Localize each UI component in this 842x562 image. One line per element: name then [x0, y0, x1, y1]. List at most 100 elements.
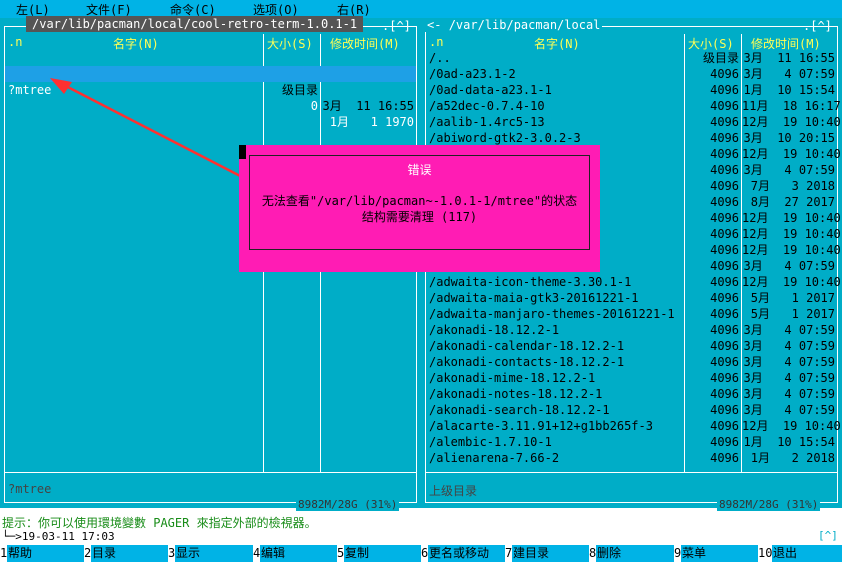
file-name: /adwaita-manjaro-themes-20161221-1: [429, 307, 675, 321]
left-sort-indicator[interactable]: .n: [8, 35, 22, 49]
file-row[interactable]: /0ad-a23.1-2 4096 3月 4 07:59: [426, 66, 837, 82]
file-name: /adwaita-icon-theme-3.30.1-1: [429, 275, 632, 289]
file-date: 3月 10 20:15: [743, 131, 835, 145]
file-size: 4096: [710, 451, 739, 465]
file-size: 4096: [710, 115, 739, 129]
file-row[interactable]: /adwaita-manjaro-themes-20161221-1 4096 5月…: [426, 306, 837, 322]
file-name: /aalib-1.4rc5-13: [429, 115, 545, 129]
file-row[interactable]: /alacarte-3.11.91+12+g1bb265f-3 4096 12月 1…: [426, 418, 841, 434]
file-size: 4096: [710, 339, 739, 353]
file-row[interactable]: /akonadi-notes-18.12.2-1 4096 3月 4 07:59: [426, 386, 837, 402]
file-name: /akonadi-notes-18.12.2-1: [429, 387, 603, 401]
file-row[interactable]: /akonadi-calendar-18.12.2-1 4096 3月 4 07:5…: [426, 338, 837, 354]
file-row[interactable]: /adwaita-maia-gtk3-20161221-1 4096 5月 1 20…: [426, 290, 837, 306]
left-row-selected[interactable]: ?mtree 0 1月 1 1970: [5, 66, 416, 129]
file-date: 5月 1 2017: [750, 307, 835, 321]
file-date: 8月 27 2017: [750, 195, 835, 209]
file-date: 12月 19 10:40: [742, 147, 841, 161]
file-row[interactable]: /alienarena-7.66-2 4096 1月 2 2018: [426, 450, 837, 466]
file-size: 4096: [710, 323, 739, 337]
file-date: 3月 4 07:59: [743, 371, 835, 385]
fkey-number: 2: [84, 545, 92, 562]
fkey-number: 4: [253, 545, 261, 562]
file-date: 12月 19 10:40: [742, 211, 841, 225]
file-name: /abiword-gtk2-3.0.2-3: [429, 131, 581, 145]
file-date: 3月 4 07:59: [743, 355, 835, 369]
fkey-number: 7: [505, 545, 513, 562]
right-panel-path[interactable]: <- /var/lib/pacman/local: [425, 18, 603, 32]
file-date: 12月 19 10:40: [742, 419, 841, 433]
left-row-parent[interactable]: /.. 级目录 3月 11 16:55: [5, 50, 416, 113]
file-size: 4096: [710, 227, 739, 241]
error-dialog[interactable]: 错误 无法查看"/var/lib/pacman~-1.0.1-1/mtree"的…: [239, 145, 600, 272]
fkey-button[interactable]: 编辑: [261, 545, 285, 562]
file-row[interactable]: /akonadi-search-18.12.2-1 4096 3月 4 07:59: [426, 402, 837, 418]
file-size: 4096: [710, 211, 739, 225]
file-size: 4096: [710, 179, 739, 193]
file-date: 3月 4 07:59: [743, 67, 835, 81]
file-date: 1月 2 2018: [750, 451, 835, 465]
fkey-button[interactable]: 显示: [176, 545, 200, 562]
command-line-corner[interactable]: [^]: [818, 529, 838, 542]
dialog-message-line-2: 结构需要清理 (117): [361, 210, 478, 224]
file-date: 3月 4 07:59: [743, 163, 835, 177]
fkey-number: 5: [337, 545, 345, 562]
fkey-button[interactable]: 复制: [345, 545, 369, 562]
file-row[interactable]: /abiword-gtk2-3.0.2-3 4096 3月 10 20:15: [426, 130, 837, 146]
fkey-button[interactable]: 删除: [597, 545, 621, 562]
fkey-number: 1: [0, 545, 8, 562]
file-date: 11月 18 16:17: [742, 99, 841, 113]
file-row[interactable]: /.. 级目录 3月 11 16:55: [426, 50, 837, 66]
right-sort-indicator[interactable]: .n: [429, 35, 443, 49]
hint-line: 提示：你可以使用環境變數 PAGER 來指定外部的檢視器。: [2, 516, 317, 530]
file-size: 4096: [710, 387, 739, 401]
left-panel-path[interactable]: /var/lib/pacman/local/cool-retro-term-1.…: [26, 16, 364, 32]
file-row[interactable]: /0ad-data-a23.1-1 4096 1月 10 15:54: [426, 82, 837, 98]
file-size: 4096: [710, 83, 739, 97]
file-name: /adwaita-maia-gtk3-20161221-1: [429, 291, 639, 305]
file-date: 12月 19 10:40: [742, 275, 841, 289]
file-row[interactable]: /aalib-1.4rc5-13 4096 12月 19 10:40: [426, 114, 841, 130]
left-panel-corner[interactable]: .[^]: [382, 19, 411, 33]
file-row[interactable]: /adwaita-icon-theme-3.30.1-1 4096 12月 19 1…: [426, 274, 841, 290]
file-date: 12月 19 10:40: [742, 243, 841, 257]
dialog-message: 无法查看"/var/lib/pacman~-1.0.1-1/mtree"的状态 …: [259, 193, 580, 225]
fkey-number: 10: [758, 545, 773, 562]
fkey-button[interactable]: 目录: [92, 545, 116, 562]
file-row[interactable]: /alembic-1.7.10-1 4096 1月 10 15:54: [426, 434, 837, 450]
command-line[interactable]: └─>19-03-11 17:03: [2, 530, 115, 543]
right-panel-corner[interactable]: .[^]: [803, 19, 832, 33]
left-mini-status: ?mtree: [8, 482, 52, 496]
fkey-number: 8: [589, 545, 597, 562]
file-name: /0ad-a23.1-2: [429, 67, 516, 81]
file-date: 1月 1 1970: [329, 115, 414, 129]
fkey-button[interactable]: 菜单: [682, 545, 706, 562]
fkey-button[interactable]: 退出: [773, 545, 797, 562]
file-row[interactable]: /akonadi-mime-18.12.2-1 4096 3月 4 07:59: [426, 370, 837, 386]
file-row[interactable]: /akonadi-18.12.2-1 4096 3月 4 07:59: [426, 322, 837, 338]
file-size: 0: [310, 99, 318, 113]
fkey-button[interactable]: 建目录: [513, 545, 549, 562]
file-size: 4096: [710, 131, 739, 145]
file-size: 4096: [710, 275, 739, 289]
file-date: 12月 19 10:40: [742, 227, 841, 241]
file-size: 级目录: [281, 83, 318, 97]
file-date: 5月 1 2017: [750, 291, 835, 305]
dialog-message-line-1: 无法查看"/var/lib/pacman~-1.0.1-1/mtree"的状态: [261, 194, 578, 208]
file-name: ?mtree: [8, 83, 52, 97]
fkey-number: 9: [674, 545, 682, 562]
fkey-button[interactable]: 帮助: [8, 545, 32, 562]
file-date: 3月 4 07:59: [743, 323, 835, 337]
fkey-button[interactable]: 更名或移动: [429, 545, 489, 562]
file-row[interactable]: /a52dec-0.7.4-10 4096 11月 18 16:17: [426, 98, 841, 114]
file-name: /akonadi-mime-18.12.2-1: [429, 371, 596, 385]
file-date: 3月 4 07:59: [743, 403, 835, 417]
file-name: /0ad-data-a23.1-1: [429, 83, 552, 97]
file-size: 4096: [710, 195, 739, 209]
file-row[interactable]: /akonadi-contacts-18.12.2-1 4096 3月 4 07:5…: [426, 354, 837, 370]
file-date: 12月 19 10:40: [742, 115, 841, 129]
left-disk-usage: 8982M/28G (31%): [296, 498, 400, 511]
file-name: /a52dec-0.7.4-10: [429, 99, 545, 113]
file-name: /akonadi-contacts-18.12.2-1: [429, 355, 625, 369]
dialog-title: 错误: [239, 161, 600, 178]
